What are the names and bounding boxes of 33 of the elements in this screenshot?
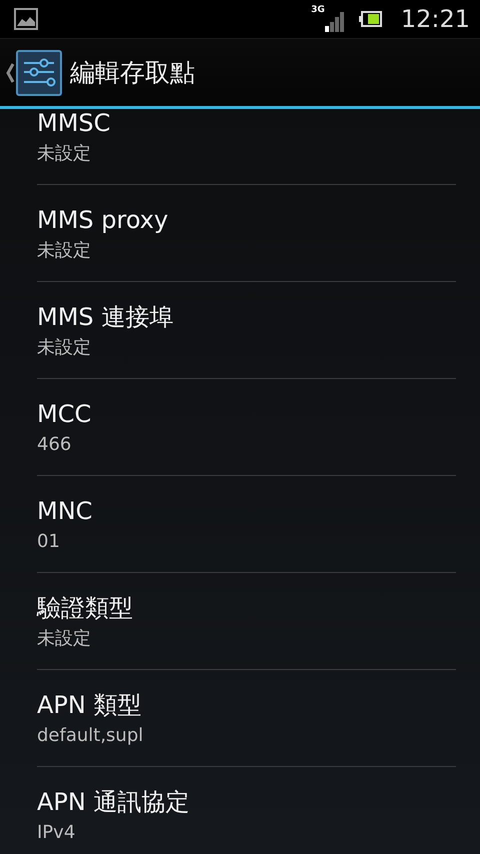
- setting-value: 未設定: [37, 239, 92, 263]
- setting-value: 01: [37, 530, 61, 554]
- clock-time: 12:21: [400, 4, 470, 35]
- setting-value: 未設定: [37, 336, 92, 360]
- network-type-label: 3G: [311, 6, 325, 15]
- battery-icon: [358, 11, 383, 27]
- setting-value: 未設定: [37, 142, 92, 166]
- setting-row[interactable]: MMS proxy 未設定: [37, 185, 456, 282]
- setting-title: 驗證類型: [37, 593, 134, 624]
- setting-row[interactable]: MMSC 未設定: [37, 109, 456, 185]
- setting-title: APN 類型: [37, 690, 142, 721]
- setting-row[interactable]: MNC 01: [37, 476, 456, 573]
- settings-sliders-icon: [16, 50, 62, 96]
- setting-title: MMS 連接埠: [37, 302, 174, 333]
- setting-title: APN 通訊協定: [37, 787, 190, 818]
- setting-title: MNC: [37, 496, 94, 527]
- setting-title: MCC: [37, 399, 92, 430]
- setting-title: MMSC: [37, 109, 112, 139]
- back-chevron-icon: [4, 62, 16, 84]
- setting-row[interactable]: MMS 連接埠 未設定: [37, 282, 456, 379]
- setting-row[interactable]: APN 通訊協定 IPv4: [37, 767, 456, 854]
- setting-value: IPv4: [37, 821, 76, 845]
- setting-value: 466: [37, 433, 72, 457]
- setting-row[interactable]: 驗證類型 未設定: [37, 573, 456, 670]
- setting-row[interactable]: MCC 466: [37, 379, 456, 476]
- back-button[interactable]: [4, 50, 62, 96]
- signal-icon: [324, 12, 345, 32]
- setting-title: MMS proxy: [37, 205, 170, 236]
- setting-value: 未設定: [37, 627, 92, 651]
- setting-row[interactable]: APN 類型 default,supl: [37, 670, 456, 767]
- setting-value: default,supl: [37, 724, 144, 748]
- page-title: 編輯存取點: [70, 56, 195, 89]
- image-icon: [14, 8, 38, 30]
